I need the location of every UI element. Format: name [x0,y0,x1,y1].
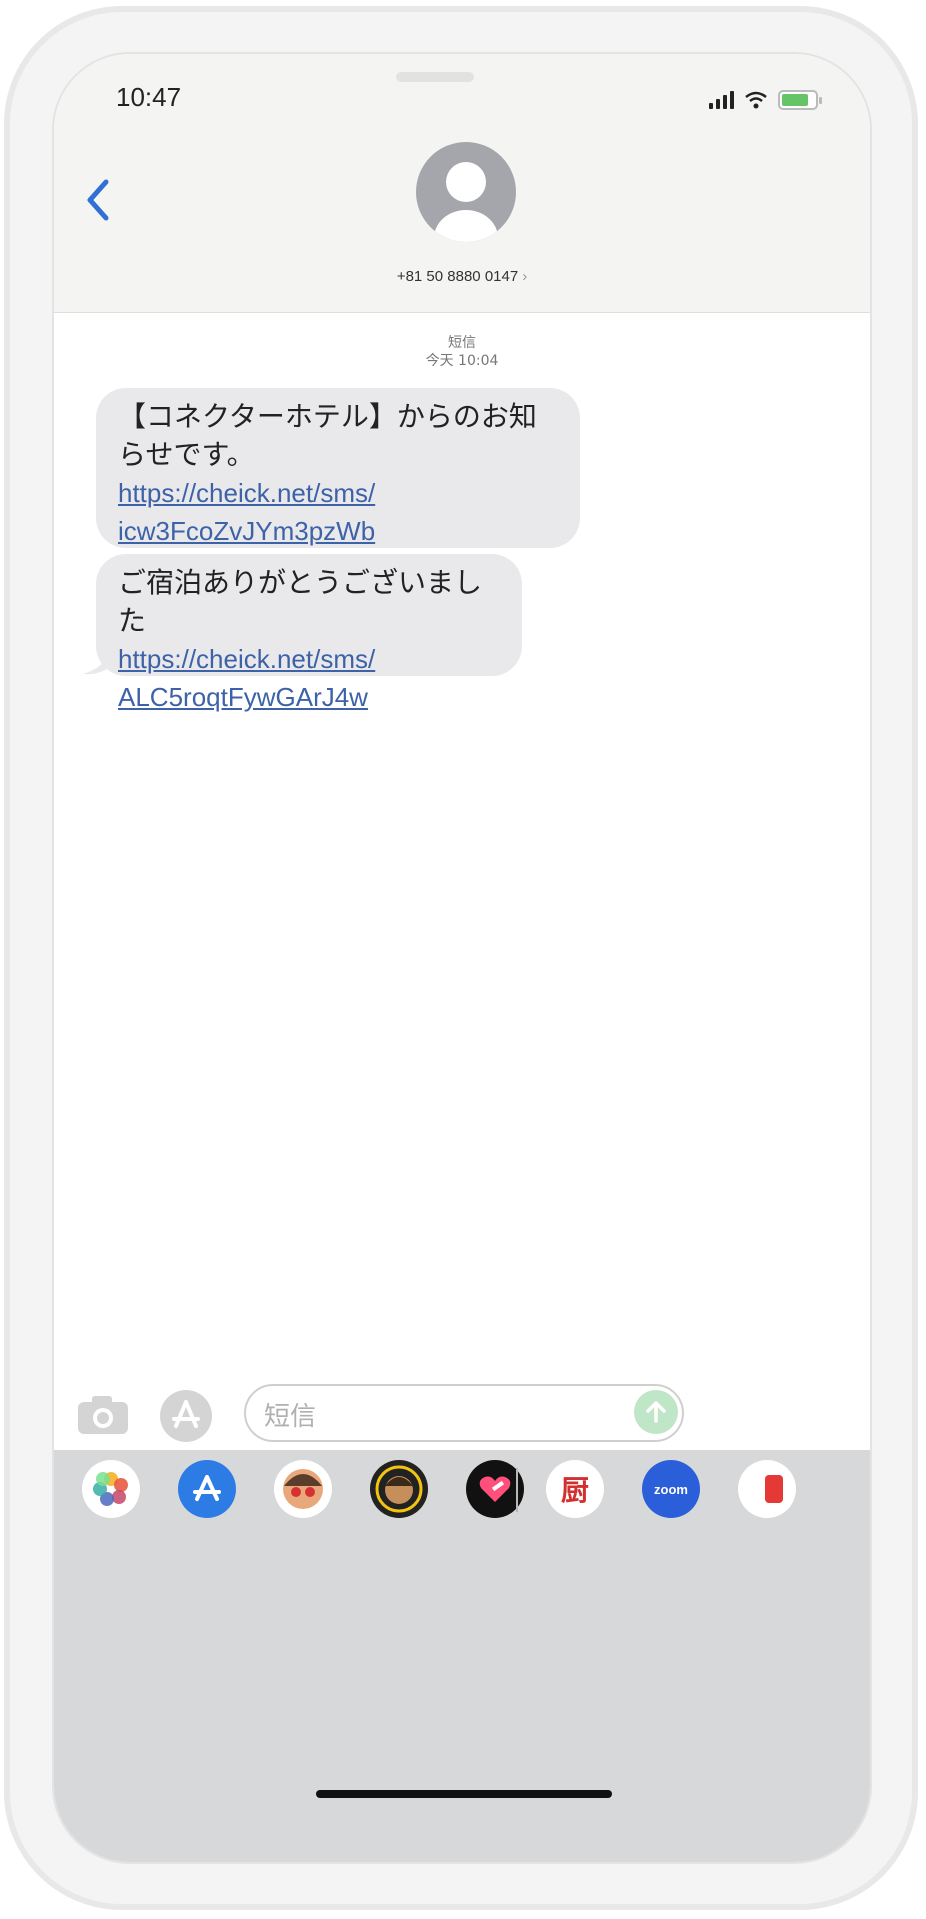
camera-icon[interactable] [76,1392,130,1438]
message-link[interactable]: https://cheick.net/sms/ ALC5roqtFywGArJ4… [118,644,375,712]
incoming-message-bubble[interactable]: 【コネクターホテル】からのお知らせです。 https://cheick.net/… [96,388,580,548]
memoji-icon[interactable] [274,1460,332,1518]
message-link[interactable]: https://cheick.net/sms/ icw3FcoZvJYm3pzW… [118,478,375,546]
animoji-icon[interactable] [370,1460,428,1518]
message-input[interactable]: 短信 [244,1384,684,1442]
notch [396,72,474,82]
photos-icon[interactable] [82,1460,140,1518]
home-indicator[interactable] [316,1790,612,1798]
composer-row: 短信 [54,1382,870,1452]
bubble-tail [82,650,118,675]
message-text: ご宿泊ありがとうございました [118,566,483,637]
conversation-header: 10:47 +81 50 8880 0147 › [54,54,870,313]
incoming-message-bubble[interactable]: ご宿泊ありがとうございました https://cheick.net/sms/ A… [96,554,522,712]
message-meta: 短信 今天 10:04 [54,334,870,370]
app-store-apps-icon[interactable] [158,1388,214,1444]
messages-screen: 10:47 +81 50 8880 0147 › 短信 今天 10:04 【コネ… [52,52,872,1864]
message-text: 【コネクターホテル】からのお知らせです。 [118,400,537,471]
back-chevron-icon[interactable] [80,172,120,228]
contact-name[interactable]: +81 50 8880 0147 › [54,268,870,285]
app-strip-divider [516,1468,518,1512]
message-link-line2: ALC5roqtFywGArJ4w [118,682,368,712]
zoom-icon[interactable]: zoom [642,1460,700,1518]
cellular-signal-icon [709,91,734,109]
send-button[interactable] [634,1390,678,1434]
zoom-label: zoom [654,1481,688,1497]
app-store-icon[interactable] [178,1460,236,1518]
message-link-line1: https://cheick.net/sms/ [118,478,376,508]
status-icons [709,88,822,112]
battery-icon [778,90,822,110]
message-service-label: 短信 [448,335,476,351]
imessage-app-drawer: 厨 zoom [54,1450,870,1862]
arrow-up-icon [646,1401,666,1423]
kitchen-app-icon[interactable]: 厨 [546,1460,604,1518]
app-strip: 厨 zoom [70,1460,870,1526]
message-timestamp: 今天 10:04 [425,353,499,369]
person-icon [434,162,498,242]
wifi-icon [745,91,767,109]
message-link-line2: icw3FcoZvJYm3pzWb [118,516,376,546]
kitchen-app-label: 厨 [560,1474,589,1507]
message-link-line1: https://cheick.net/sms/ [118,644,376,674]
partial-app-icon[interactable] [738,1460,796,1518]
contact-chevron-icon: › [522,268,528,285]
contact-avatar[interactable] [416,142,516,242]
contact-number: +81 50 8880 0147 [396,268,519,285]
status-time: 10:47 [116,82,182,112]
